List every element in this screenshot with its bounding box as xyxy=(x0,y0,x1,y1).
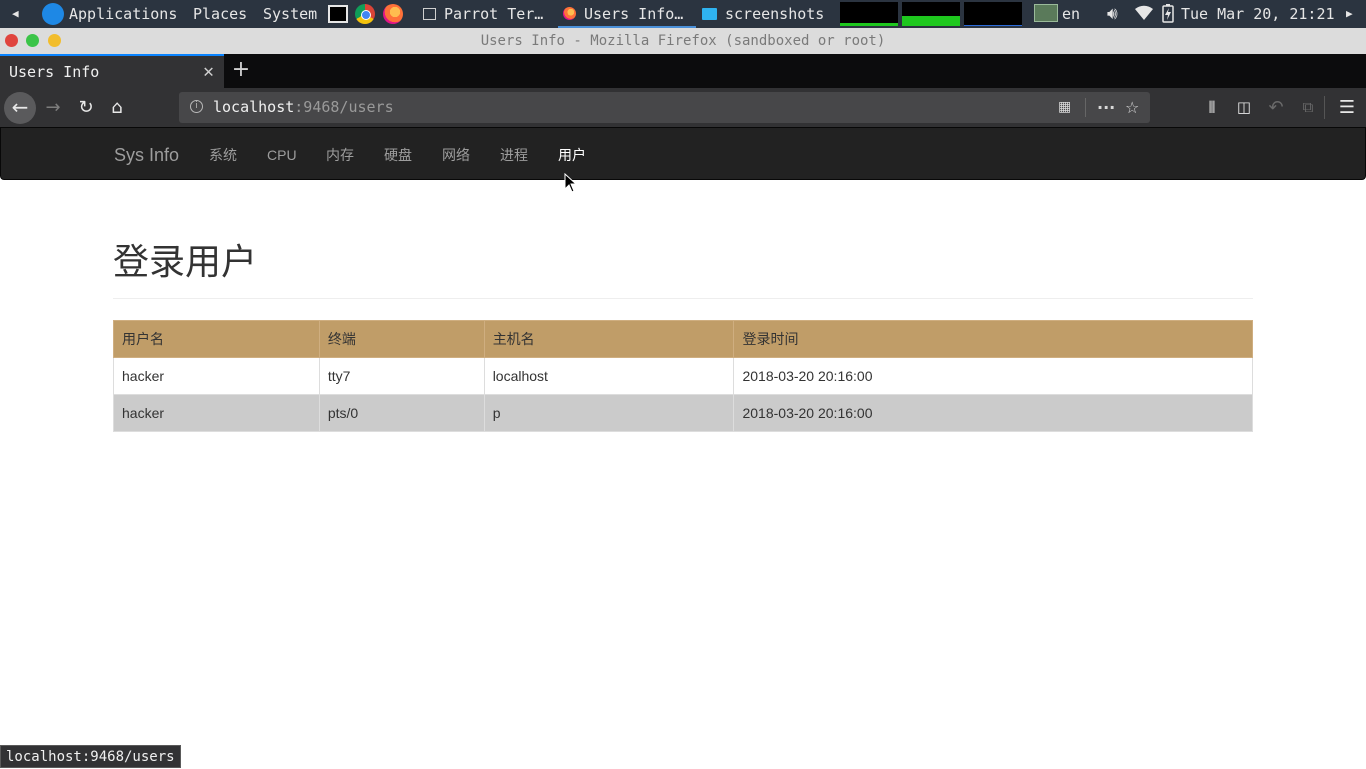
system-menu[interactable]: System xyxy=(263,0,317,28)
table-header-row: 用户名 终端 主机名 登录时间 xyxy=(113,320,1253,358)
url-bar[interactable]: i localhost:9468/users ▦ ··· ☆ xyxy=(179,92,1150,123)
window-title: Users Info - Mozilla Firefox (sandboxed … xyxy=(480,33,886,49)
panel-left-arrow-icon[interactable]: ◀ xyxy=(12,0,19,28)
cell-terminal: tty7 xyxy=(318,357,485,395)
bookmark-star-icon[interactable]: ☆ xyxy=(1125,92,1139,123)
table-row: hacker pts/0 p 2018-03-20 20:16:00 xyxy=(113,394,1253,432)
cell-username: hacker xyxy=(113,357,320,395)
cell-terminal: pts/0 xyxy=(318,394,485,432)
clock[interactable]: Tue Mar 20, 21:21 xyxy=(1181,0,1335,28)
title-divider xyxy=(113,298,1253,299)
applications-menu[interactable]: Applications xyxy=(69,0,177,28)
sidebar-icon[interactable]: ◫ xyxy=(1233,88,1255,127)
home-icon[interactable]: ⌂ xyxy=(106,88,128,127)
tab-users-info[interactable]: Users Info ✕ xyxy=(0,54,224,88)
tab-strip: Users Info ✕ + xyxy=(0,54,1366,88)
terminal-icon xyxy=(423,8,436,20)
taskbar-item-files[interactable]: screenshots xyxy=(702,0,824,28)
maximize-window-button[interactable] xyxy=(26,34,39,47)
library-icon[interactable]: ⫴ xyxy=(1201,88,1223,127)
nav-link-process[interactable]: 进程 xyxy=(500,128,528,183)
taskbar-item-terminal[interactable]: Parrot Ter… xyxy=(423,0,543,28)
cell-username: hacker xyxy=(113,394,320,432)
network-graph xyxy=(964,2,1022,26)
firefox-icon xyxy=(563,7,576,20)
page-content: Sys Info 系统 CPU 内存 硬盘 网络 进程 用户 登录用户 用户名 … xyxy=(0,127,1366,768)
users-table: 用户名 终端 主机名 登录时间 hacker tty7 localhost 20… xyxy=(113,320,1253,432)
column-header-terminal: 终端 xyxy=(318,320,485,358)
nav-link-memory[interactable]: 内存 xyxy=(326,128,354,183)
nav-link-cpu[interactable]: CPU xyxy=(267,128,297,183)
app-navbar: Sys Info 系统 CPU 内存 硬盘 网络 进程 用户 xyxy=(0,127,1366,180)
toolbar-separator xyxy=(1324,96,1325,119)
site-info-icon[interactable]: i xyxy=(190,100,203,113)
screenshot-icon[interactable]: ⧉ xyxy=(1297,88,1319,127)
url-text[interactable]: localhost:9468/users xyxy=(213,92,394,123)
nav-link-system[interactable]: 系统 xyxy=(209,128,237,183)
wifi-icon[interactable] xyxy=(1134,0,1154,28)
system-panel: ◀ Applications Places System Parrot Ter…… xyxy=(0,0,1366,28)
places-menu[interactable]: Places xyxy=(193,0,247,28)
folder-icon xyxy=(702,8,717,20)
panel-right-arrow-icon[interactable]: ▶ xyxy=(1346,0,1353,28)
firefox-launcher-icon[interactable] xyxy=(383,4,403,24)
navigation-toolbar: ← → ↻ ⌂ i localhost:9468/users ▦ ··· ☆ ⫴… xyxy=(0,88,1366,127)
nav-link-disk[interactable]: 硬盘 xyxy=(384,128,412,183)
minimize-window-button[interactable] xyxy=(48,34,61,47)
reload-icon[interactable]: ↻ xyxy=(75,88,97,127)
keyboard-layout-indicator[interactable]: en xyxy=(1062,0,1080,28)
table-row: hacker tty7 localhost 2018-03-20 20:16:0… xyxy=(113,357,1253,395)
back-arrow-icon[interactable]: ← xyxy=(4,92,36,124)
link-status-bar: localhost:9468/users xyxy=(0,745,181,768)
brand-link[interactable]: Sys Info xyxy=(114,128,179,183)
qr-code-icon[interactable]: ▦ xyxy=(1058,92,1071,123)
url-bar-separator xyxy=(1085,98,1086,117)
page-title: 登录用户 xyxy=(113,241,258,282)
window-titlebar: Users Info - Mozilla Firefox (sandboxed … xyxy=(0,28,1366,54)
cell-hostname: p xyxy=(483,394,735,432)
page-actions-icon[interactable]: ··· xyxy=(1097,92,1115,123)
column-header-username: 用户名 xyxy=(113,320,320,358)
column-header-login-time: 登录时间 xyxy=(733,320,1253,358)
volume-icon[interactable]: 🔊︎ xyxy=(1107,0,1118,28)
taskbar-item-label: Users Info… xyxy=(584,5,684,23)
tab-title: Users Info xyxy=(9,63,100,81)
close-window-button[interactable] xyxy=(5,34,18,47)
cell-login-time: 2018-03-20 20:16:00 xyxy=(733,394,1253,432)
menu-hamburger-icon[interactable]: ☰ xyxy=(1336,88,1358,127)
new-tab-icon[interactable]: + xyxy=(231,54,251,86)
terminal-launcher-icon[interactable] xyxy=(328,5,348,23)
parrot-logo-icon[interactable] xyxy=(42,3,64,25)
taskbar-item-label: Parrot Ter… xyxy=(444,5,544,23)
chrome-launcher-icon[interactable] xyxy=(355,4,375,24)
forward-arrow-icon[interactable]: → xyxy=(42,88,64,127)
cell-hostname: localhost xyxy=(483,357,735,395)
cell-login-time: 2018-03-20 20:16:00 xyxy=(733,357,1253,395)
cpu-graph xyxy=(840,2,898,26)
memory-graph xyxy=(902,2,960,26)
network-status-icon[interactable] xyxy=(1034,4,1058,22)
tab-close-icon[interactable]: ✕ xyxy=(203,56,214,88)
battery-icon[interactable] xyxy=(1162,0,1174,28)
nav-link-network[interactable]: 网络 xyxy=(442,128,470,183)
undo-icon[interactable]: ↶ xyxy=(1265,88,1287,127)
taskbar-item-label: screenshots xyxy=(725,5,825,23)
taskbar-item-firefox[interactable]: Users Info… xyxy=(558,0,696,28)
column-header-hostname: 主机名 xyxy=(483,320,735,358)
